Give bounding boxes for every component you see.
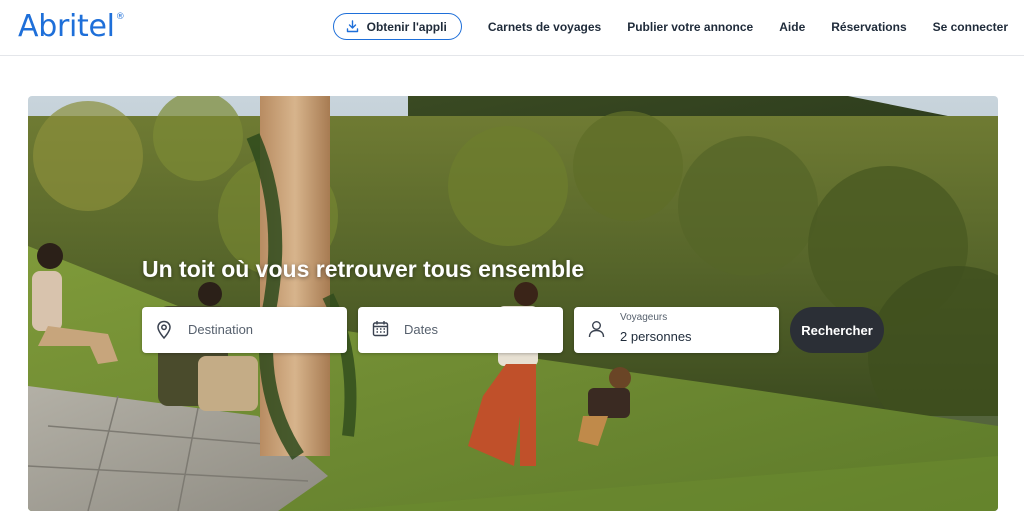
- hero-section: Un toit où vous retrouver tous ensemble …: [28, 96, 998, 511]
- nav-help[interactable]: Aide: [779, 20, 805, 34]
- travelers-value: 2 personnes: [620, 329, 692, 344]
- map-pin-icon: [157, 320, 171, 340]
- logo-text: Abritel: [18, 9, 115, 44]
- nav-list-property[interactable]: Publier votre annonce: [627, 20, 753, 34]
- main-nav: Obtenir l'appli Carnets de voyages Publi…: [332, 13, 1008, 40]
- search-button[interactable]: Rechercher: [790, 307, 884, 353]
- search-button-label: Rechercher: [801, 322, 873, 338]
- nav-reservations[interactable]: Réservations: [831, 20, 906, 34]
- site-header: Abritel® Obtenir l'appli Carnets de voya…: [0, 0, 1024, 56]
- destination-field[interactable]: Destination: [142, 307, 347, 353]
- download-icon: [346, 20, 358, 33]
- travelers-field[interactable]: Voyageurs 2 personnes: [574, 307, 779, 353]
- destination-placeholder: Destination: [188, 322, 254, 337]
- calendar-icon: [372, 321, 389, 337]
- registered-mark: ®: [115, 12, 125, 22]
- get-app-label: Obtenir l'appli: [366, 19, 447, 34]
- dates-placeholder: Dates: [404, 322, 438, 337]
- travelers-label: Voyageurs: [620, 312, 668, 323]
- hero-tagline: Un toit où vous retrouver tous ensemble: [142, 256, 585, 282]
- abritel-logo[interactable]: Abritel®: [18, 9, 125, 44]
- nav-sign-in[interactable]: Se connecter: [933, 20, 1008, 34]
- person-icon: [588, 321, 605, 338]
- dates-field[interactable]: Dates: [358, 307, 563, 353]
- hero-image: [28, 96, 998, 511]
- nav-travel-guides[interactable]: Carnets de voyages: [488, 20, 601, 34]
- get-app-button[interactable]: Obtenir l'appli: [332, 13, 462, 40]
